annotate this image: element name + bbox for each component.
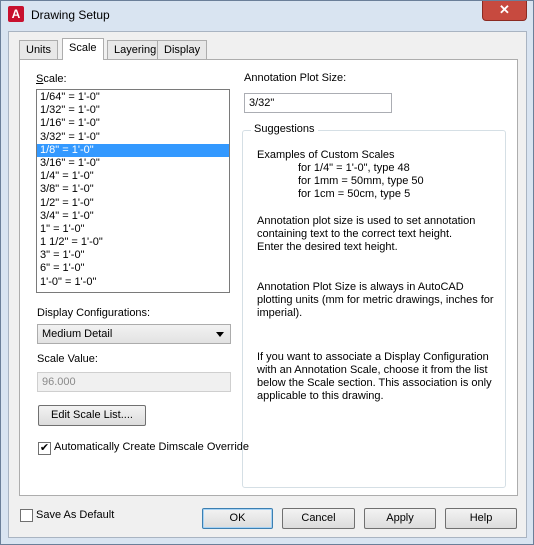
suggestion-para2-line1: Annotation Plot Size is always in AutoCA…	[257, 281, 464, 293]
scale-list-item[interactable]: 1'-0" = 1'-0"	[37, 276, 229, 289]
save-as-default-checkbox[interactable]	[20, 509, 33, 522]
checkmark-icon: ✔	[39, 442, 50, 454]
scale-tab-panel: Scale: 1/64" = 1'-0" 1/32" = 1'-0" 1/16" =…	[19, 59, 518, 496]
scale-list-item[interactable]: 6" = 1'-0"	[37, 262, 229, 275]
examples-title: Examples of Custom Scales	[257, 149, 395, 161]
scale-label-rest: cale:	[43, 73, 67, 85]
scale-list-item[interactable]: 3" = 1'-0"	[37, 249, 229, 262]
close-button[interactable]: ✕	[482, 1, 527, 21]
chevron-down-icon	[216, 332, 224, 337]
scale-listbox[interactable]: 1/64" = 1'-0" 1/32" = 1'-0" 1/16" = 1'-0" 3…	[36, 89, 230, 293]
scale-list-item[interactable]: 1" = 1'-0"	[37, 223, 229, 236]
save-as-default-label: Save As Default	[36, 509, 115, 521]
scale-list-item[interactable]: 1/2" = 1'-0"	[37, 197, 229, 210]
display-config-dropdown[interactable]: Medium Detail	[37, 324, 231, 344]
scale-label: Scale:	[36, 73, 67, 85]
suggestions-title: Suggestions	[251, 123, 318, 135]
display-config-value: Medium Detail	[42, 328, 113, 340]
tab-units[interactable]: Units	[19, 40, 59, 59]
autocad-logo-icon: A	[8, 6, 24, 22]
display-config-label: Display Configurations:	[37, 307, 151, 319]
example-line-2: for 1mm = 50mm, type 50	[298, 175, 424, 187]
tab-display[interactable]: Display	[157, 40, 208, 59]
scale-list-item[interactable]: 1/64" = 1'-0"	[37, 91, 229, 104]
scale-list-item[interactable]: 3/32" = 1'-0"	[37, 131, 229, 144]
suggestion-para1-line2: containing text to the correct text heig…	[257, 228, 453, 240]
help-button[interactable]: Help	[445, 508, 517, 529]
scale-value-field: 96.000	[37, 372, 231, 392]
suggestion-para3-line1: If you want to associate a Display Confi…	[257, 351, 489, 363]
drawing-setup-dialog: A Drawing Setup ✕ Units Scale Layering D…	[0, 0, 534, 545]
dialog-body: Units Scale Layering Display Scale: 1/64…	[8, 31, 527, 538]
scale-list-item[interactable]: 3/8" = 1'-0"	[37, 183, 229, 196]
tab-layering[interactable]: Layering	[107, 40, 164, 59]
scale-list-item[interactable]: 3/16" = 1'-0"	[37, 157, 229, 170]
example-line-3: for 1cm = 50cm, type 5	[298, 188, 411, 200]
annotation-plot-size-input[interactable]: 3/32"	[244, 93, 392, 113]
scale-list-item[interactable]: 3/4" = 1'-0"	[37, 210, 229, 223]
edit-scale-list-button[interactable]: Edit Scale List....	[38, 405, 146, 426]
scale-list-item[interactable]: 1/4" = 1'-0"	[37, 170, 229, 183]
scale-list-item[interactable]: 1 1/2" = 1'-0"	[37, 236, 229, 249]
example-line-1: for 1/4" = 1'-0", type 48	[298, 162, 410, 174]
apply-button[interactable]: Apply	[364, 508, 436, 529]
window-title: Drawing Setup	[31, 8, 110, 22]
ok-button[interactable]: OK	[202, 508, 273, 529]
scale-list-item[interactable]: 1/8" = 1'-0"	[37, 143, 229, 157]
dimscale-checkbox[interactable]: ✔	[38, 442, 51, 455]
suggestion-para3-line3: below the Scale section. This associatio…	[257, 377, 492, 389]
suggestions-groupbox: Suggestions Examples of Custom Scales fo…	[242, 123, 506, 488]
annotation-plot-size-label: Annotation Plot Size:	[244, 72, 347, 84]
dimscale-label: Automatically Create Dimscale Override	[54, 441, 250, 453]
suggestion-para3-line2: with an Annotation Scale, choose it from…	[257, 364, 488, 376]
suggestion-para2-line2: plotting units (mm for metric drawings, …	[257, 294, 494, 306]
suggestion-para2-line3: imperial).	[257, 307, 303, 319]
suggestion-para1-line3: Enter the desired text height.	[257, 241, 398, 253]
scale-list-item[interactable]: 1/16" = 1'-0"	[37, 117, 229, 130]
scale-value-label: Scale Value:	[37, 353, 98, 365]
scale-list-item[interactable]: 1/32" = 1'-0"	[37, 104, 229, 117]
tab-scale[interactable]: Scale	[62, 38, 104, 60]
suggestion-para1-line1: Annotation plot size is used to set anno…	[257, 215, 476, 227]
cancel-button[interactable]: Cancel	[282, 508, 355, 529]
suggestion-para3-line4: applicable to this drawing.	[257, 390, 384, 402]
title-bar[interactable]: A Drawing Setup ✕	[1, 1, 533, 31]
